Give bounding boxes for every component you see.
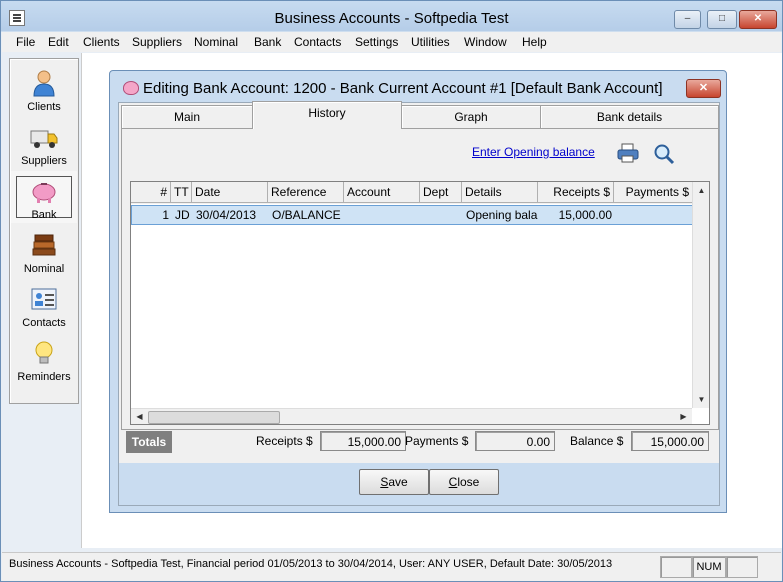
cell-payments [615,207,692,223]
sidebar-item-label: Suppliers [21,155,67,167]
menu-suppliers[interactable]: Suppliers [132,35,182,49]
dialog-title: Editing Bank Account: 1200 - Bank Curren… [143,80,663,97]
cell-number: 1 [162,208,169,222]
column-header-account[interactable]: Account [344,182,420,203]
cell-dept [421,207,463,223]
vertical-scrollbar[interactable]: ▲ ▼ [692,182,709,408]
dialog-body: Main History Graph Bank details Enter Op… [118,101,720,506]
payments-total-label: Payments $ [405,434,469,448]
minimize-button[interactable]: – [674,10,701,29]
scroll-right-icon[interactable]: ▶ [676,409,691,424]
menu-nominal[interactable]: Nominal [194,35,238,49]
scroll-up-icon[interactable]: ▲ [694,183,709,198]
table-row[interactable]: 1 JD 30/04/2013 O/BALANCE Opening bala 1… [131,205,693,225]
edit-bank-account-window: Editing Bank Account: 1200 - Bank Curren… [109,70,727,513]
scroll-down-icon[interactable]: ▼ [694,392,709,407]
column-header-date[interactable]: Date [192,182,268,203]
menu-bar: File Edit Clients Suppliers Nominal Bank… [2,32,781,52]
horizontal-scrollbar[interactable]: ◀ ▶ [131,408,692,424]
save-button-label: ave [388,475,408,489]
history-tab-panel: Enter Opening balance # TT Date Referenc [121,128,719,430]
cell-date: 30/04/2013 [196,208,257,222]
books-icon [32,234,56,256]
lightbulb-icon [35,341,53,364]
sidebar-item-reminders[interactable]: Reminders [11,333,77,385]
sidebar: Clients Suppliers Bank Nominal Contacts … [9,58,79,404]
column-header-payments[interactable]: Payments $ [614,182,693,203]
status-panel-scroll [726,556,758,578]
status-bar: Business Accounts - Softpedia Test, Fina… [2,552,781,581]
printer-icon[interactable] [617,143,639,163]
tab-bank-details[interactable]: Bank details [540,105,719,128]
status-text: Business Accounts - Softpedia Test, Fina… [9,558,613,570]
receipts-total-label: Receipts $ [256,434,313,448]
status-panel-caps [660,556,692,578]
column-header-details[interactable]: Details [462,182,538,203]
cell-receipts: 15,000.00 [558,208,612,222]
column-header-reference[interactable]: Reference [268,182,344,203]
main-window: Business Accounts - Softpedia Test – □ ✕… [0,0,783,582]
totals-label: Totals [126,431,172,453]
column-header-number[interactable]: # [131,182,171,203]
history-grid[interactable]: # TT Date Reference Account Dept Details… [130,181,710,425]
menu-help[interactable]: Help [522,35,547,49]
menu-utilities[interactable]: Utilities [411,35,450,49]
status-panel-num: NUM [692,556,726,578]
person-icon [33,70,55,97]
menu-settings[interactable]: Settings [355,35,398,49]
scroll-left-icon[interactable]: ◀ [132,409,147,424]
piggy-bank-icon [32,183,56,203]
close-dialog-button[interactable]: Close [429,469,499,495]
save-button[interactable]: Save [359,469,429,495]
column-header-receipts[interactable]: Receipts $ [538,182,614,203]
grid-header: # TT Date Reference Account Dept Details… [131,182,693,204]
payments-total-field: 0.00 [475,431,555,451]
column-header-dept[interactable]: Dept [420,182,462,203]
menu-file[interactable]: File [16,35,35,49]
menu-clients[interactable]: Clients [83,35,120,49]
cell-tt: JD [175,208,190,222]
maximize-button[interactable]: □ [707,10,737,29]
horizontal-scroll-thumb[interactable] [148,411,280,424]
close-button-label: lose [457,475,480,489]
search-icon[interactable] [653,143,675,165]
balance-field: 15,000.00 [631,431,709,451]
sidebar-item-label: Bank [31,209,57,221]
close-button[interactable]: ✕ [739,10,777,29]
tab-history[interactable]: History [252,101,402,129]
contact-card-icon [31,288,57,310]
menu-bank[interactable]: Bank [254,35,281,49]
cell-reference: O/BALANCE [272,208,341,222]
piggy-bank-icon [123,81,139,95]
sidebar-item-nominal[interactable]: Nominal [11,225,77,277]
sidebar-item-label: Clients [27,101,61,113]
balance-label: Balance $ [570,434,624,448]
menu-window[interactable]: Window [464,35,507,49]
sidebar-item-label: Nominal [23,263,65,275]
cell-account [345,207,421,223]
tab-main[interactable]: Main [121,105,253,128]
column-header-tt[interactable]: TT [171,182,192,203]
truck-icon [30,130,58,148]
title-bar: Business Accounts - Softpedia Test – □ ✕ [1,1,782,33]
dialog-close-button[interactable]: ✕ [686,79,721,98]
sidebar-item-clients[interactable]: Clients [11,63,77,115]
tab-graph[interactable]: Graph [401,105,541,128]
window-title: Business Accounts - Softpedia Test [274,10,509,27]
sidebar-item-label: Contacts [22,317,66,329]
sidebar-item-label: Reminders [17,371,71,383]
receipts-total-field: 15,000.00 [320,431,406,451]
sidebar-item-bank[interactable]: Bank [11,171,77,223]
sidebar-item-suppliers[interactable]: Suppliers [11,117,77,169]
enter-opening-balance-link[interactable]: Enter Opening balance [472,145,595,159]
dialog-title-bar: Editing Bank Account: 1200 - Bank Curren… [110,71,726,101]
cell-details: Opening bala [466,208,538,222]
sidebar-item-contacts[interactable]: Contacts [11,279,77,331]
menu-contacts[interactable]: Contacts [294,35,341,49]
menu-edit[interactable]: Edit [48,35,69,49]
